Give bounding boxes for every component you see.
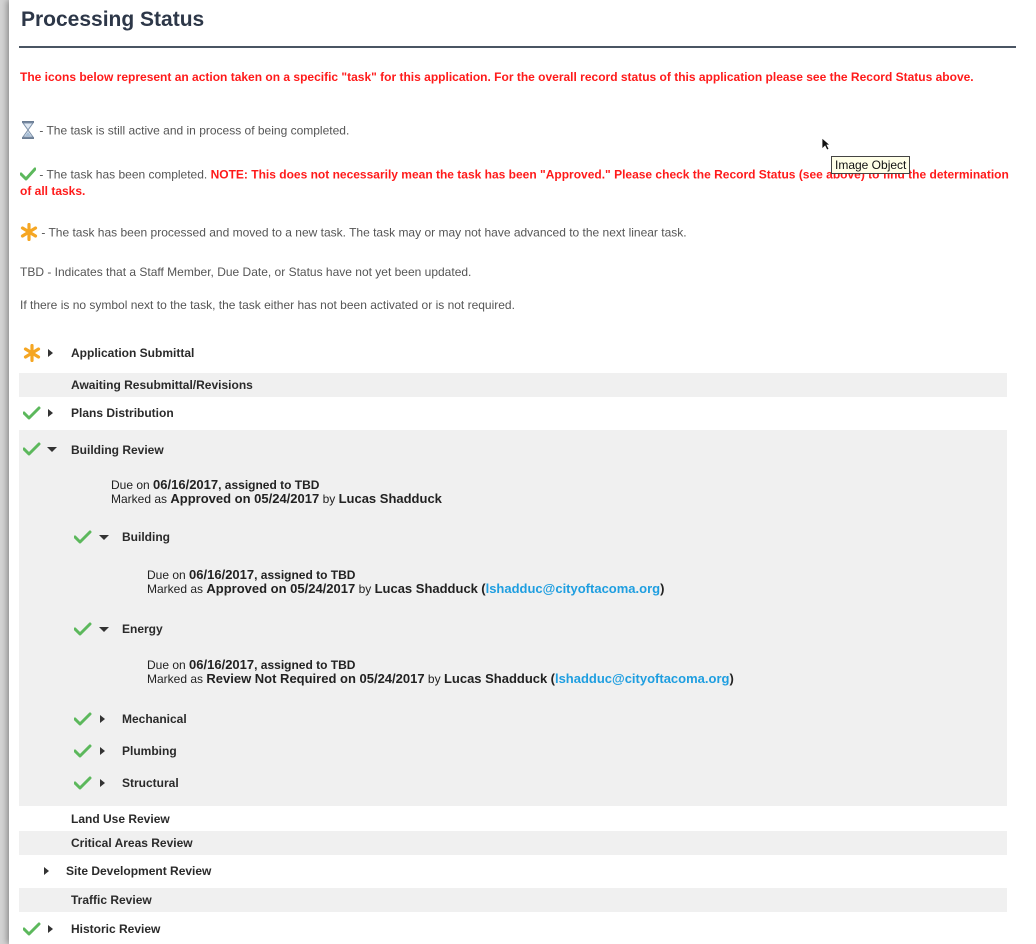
hourglass-icon <box>20 121 36 142</box>
legend-completed-text: - The task has been completed. <box>39 167 208 182</box>
task-row-building-review: Building Review Due on 06/16/2017, assig… <box>19 430 1007 806</box>
processing-status-panel: Processing Status The icons below repres… <box>9 0 1036 944</box>
expand-caret-icon[interactable] <box>48 349 53 357</box>
due-date: 06/16/2017 <box>189 567 255 582</box>
page-title: Processing Status <box>21 8 205 31</box>
task-label[interactable]: Application Submittal <box>71 346 194 360</box>
task-label: Critical Areas Review <box>71 836 193 850</box>
expand-caret-icon[interactable] <box>100 779 105 787</box>
checkmark-icon <box>19 167 37 184</box>
legend-tbd: TBD - Indicates that a Staff Member, Due… <box>20 265 472 279</box>
due-prefix: Due on <box>147 658 186 672</box>
checkmark-icon <box>73 530 92 547</box>
task-label[interactable]: Historic Review <box>71 922 160 936</box>
asterisk-icon <box>23 343 41 365</box>
checkmark-icon <box>22 922 41 939</box>
by-text: by <box>358 582 372 596</box>
legend-active-text: - The task is still active and in proces… <box>39 123 350 138</box>
task-row-land-use-review: Land Use Review <box>19 807 1007 831</box>
task-row-application-submittal[interactable]: Application Submittal <box>19 340 1007 366</box>
task-label: Land Use Review <box>71 812 170 826</box>
marked-prefix: Marked as <box>147 672 204 686</box>
building-review-detail: Due on 06/16/2017, assigned to TBD Marke… <box>111 477 442 507</box>
legend-processed: - The task has been processed and moved … <box>20 222 687 244</box>
task-label[interactable]: Site Development Review <box>66 864 211 878</box>
assigned-text: , assigned to TBD <box>254 658 356 672</box>
task-label: Traffic Review <box>71 893 152 907</box>
subtask-label-mechanical[interactable]: Mechanical <box>122 712 187 726</box>
checkmark-icon <box>22 442 41 459</box>
due-prefix: Due on <box>111 478 150 492</box>
email-link[interactable]: lshadduc@cityoftacoma.org <box>486 581 660 596</box>
legend-active: - The task is still active and in proces… <box>20 121 349 142</box>
task-row-historic-review[interactable]: Historic Review <box>19 916 1007 942</box>
collapse-caret-icon[interactable] <box>99 627 109 632</box>
task-label[interactable]: Building Review <box>71 443 164 457</box>
marked-prefix: Marked as <box>147 582 204 596</box>
intro-notice: The icons below represent an action take… <box>20 70 974 84</box>
expand-caret-icon[interactable] <box>48 409 53 417</box>
task-row-plans-distribution[interactable]: Plans Distribution <box>19 400 1007 426</box>
assigned-text: , assigned to TBD <box>218 478 320 492</box>
energy-detail: Due on 06/16/2017, assigned to TBD Marke… <box>147 657 734 687</box>
legend-no-symbol: If there is no symbol next to the task, … <box>20 298 515 312</box>
task-row-critical-areas-review: Critical Areas Review <box>19 831 1007 855</box>
checkmark-icon <box>73 744 92 761</box>
collapse-caret-icon[interactable] <box>99 535 109 540</box>
task-row-awaiting-resubmittal: Awaiting Resubmittal/Revisions <box>19 373 1007 397</box>
expand-caret-icon[interactable] <box>100 747 105 755</box>
asterisk-icon <box>20 222 38 244</box>
due-date: 06/16/2017 <box>189 657 255 672</box>
person-name: Lucas Shadduck <box>443 671 548 686</box>
legend-processed-text: - The task has been processed and moved … <box>41 225 687 240</box>
due-date: 06/16/2017 <box>153 477 219 492</box>
subtask-label-structural[interactable]: Structural <box>122 776 179 790</box>
task-label[interactable]: Plans Distribution <box>71 406 174 420</box>
building-detail: Due on 06/16/2017, assigned to TBD Marke… <box>147 567 665 597</box>
by-text: by <box>427 672 441 686</box>
assigned-text: , assigned to TBD <box>254 568 356 582</box>
checkmark-icon <box>73 712 92 729</box>
image-tooltip: Image Object <box>831 156 911 174</box>
task-label: Awaiting Resubmittal/Revisions <box>71 378 253 392</box>
status-text: Approved on 05/24/2017 <box>170 491 320 506</box>
subtask-label-plumbing[interactable]: Plumbing <box>122 744 177 758</box>
collapse-caret-icon[interactable] <box>47 447 57 452</box>
checkmark-icon <box>73 776 92 793</box>
expand-caret-icon[interactable] <box>44 867 49 875</box>
expand-caret-icon[interactable] <box>100 715 105 723</box>
checkmark-icon <box>73 622 92 639</box>
due-prefix: Due on <box>147 568 186 582</box>
by-text: by <box>322 492 336 506</box>
person-name: Lucas Shadduck <box>374 581 478 596</box>
subtask-label-energy[interactable]: Energy <box>122 622 163 636</box>
task-row-traffic-review: Traffic Review <box>19 888 1007 912</box>
task-row-site-development-review[interactable]: Site Development Review <box>19 858 1007 884</box>
expand-caret-icon[interactable] <box>48 925 53 933</box>
status-text: Review Not Required on 05/24/2017 <box>206 671 425 686</box>
mouse-cursor-icon <box>821 137 832 156</box>
marked-prefix: Marked as <box>111 492 168 506</box>
title-divider <box>19 46 1016 48</box>
checkmark-icon <box>22 406 41 423</box>
subtask-label-building[interactable]: Building <box>122 530 170 544</box>
person-name: Lucas Shadduck <box>338 491 442 506</box>
status-text: Approved on 05/24/2017 <box>206 581 356 596</box>
email-link[interactable]: lshadduc@cityoftacoma.org <box>555 671 729 686</box>
